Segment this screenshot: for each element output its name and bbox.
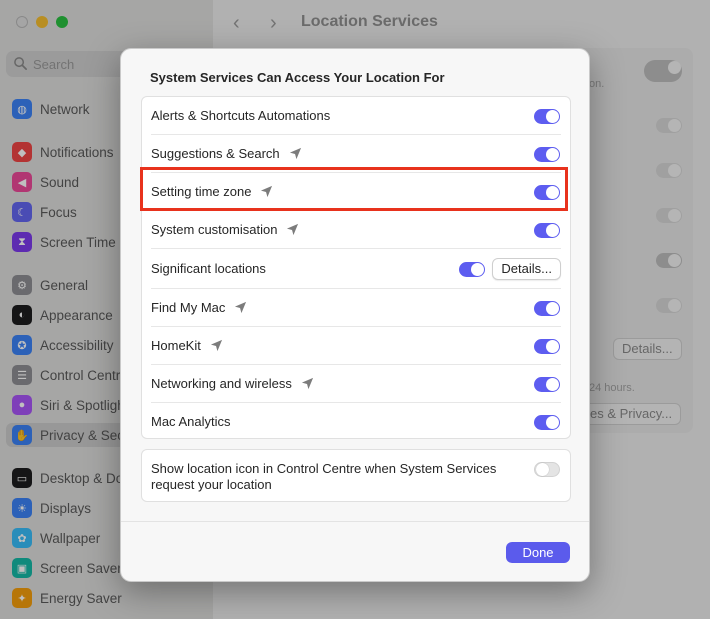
row-label: Find My Mac (151, 300, 247, 315)
done-button[interactable]: Done (506, 542, 570, 563)
row-text: Networking and wireless (151, 376, 292, 391)
mac-analytics-toggle[interactable] (534, 415, 560, 430)
find-my-mac-toggle[interactable] (534, 301, 560, 316)
row-label: Alerts & Shortcuts Automations (151, 108, 330, 123)
highlight-box (140, 167, 568, 211)
location-arrow-icon (287, 223, 299, 236)
list-item: Networking and wireless (142, 365, 570, 403)
list-item: Find My Mac (142, 289, 570, 327)
row-label: Significant locations (151, 261, 266, 276)
row-label: HomeKit (151, 338, 223, 353)
list-item: Alerts & Shortcuts Automations (142, 97, 570, 135)
row-text: Significant locations (151, 261, 266, 276)
alerts-shortcuts-toggle[interactable] (534, 109, 560, 124)
row-text: HomeKit (151, 338, 201, 353)
dialog-title: System Services Can Access Your Location… (150, 70, 445, 85)
row-label: System customisation (151, 222, 299, 237)
row-label: Suggestions & Search (151, 146, 302, 161)
show-location-icon-toggle[interactable] (534, 462, 560, 477)
system-services-dialog: System Services Can Access Your Location… (120, 48, 590, 582)
suggestions-search-toggle[interactable] (534, 147, 560, 162)
row-text: System customisation (151, 222, 278, 237)
list-item: HomeKit (142, 327, 570, 365)
row-text: Mac Analytics (151, 414, 231, 429)
system-customisation-toggle[interactable] (534, 223, 560, 238)
system-services-list: Alerts & Shortcuts Automations Suggestio… (141, 96, 571, 439)
row-text: Find My Mac (151, 300, 226, 315)
list-item: Significant locations Details... (142, 249, 570, 289)
list-item: System customisation (142, 211, 570, 249)
networking-wireless-toggle[interactable] (534, 377, 560, 392)
row-text: Suggestions & Search (151, 146, 280, 161)
significant-locations-toggle[interactable] (459, 262, 485, 277)
show-location-icon-group: Show location icon in Control Centre whe… (141, 449, 571, 502)
show-location-icon-label: Show location icon in Control Centre whe… (151, 461, 497, 492)
location-arrow-icon (235, 301, 247, 314)
location-arrow-icon (210, 339, 222, 352)
row-label: Networking and wireless (151, 376, 314, 391)
row-text: Alerts & Shortcuts Automations (151, 108, 331, 123)
homekit-toggle[interactable] (534, 339, 560, 354)
dialog-divider (121, 521, 589, 522)
location-arrow-icon (289, 147, 301, 160)
significant-locations-details-button[interactable]: Details... (492, 258, 561, 280)
list-item: Mac Analytics (142, 403, 570, 441)
row-label: Mac Analytics (151, 414, 230, 429)
location-arrow-icon (301, 377, 313, 390)
